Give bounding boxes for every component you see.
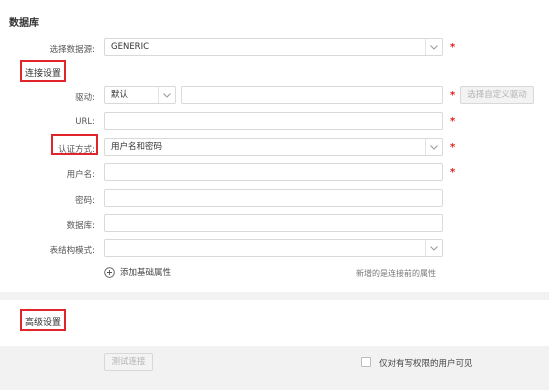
required-marker: * <box>450 142 456 153</box>
custom-driver-button[interactable]: 选择自定义驱动 <box>460 86 534 104</box>
required-marker: * <box>450 90 456 101</box>
driver-type-value: 默认 <box>111 90 129 100</box>
required-marker: * <box>450 167 456 178</box>
write-only-checkbox[interactable] <box>361 357 371 367</box>
username-input[interactable] <box>104 163 443 181</box>
write-only-label: 仅对有写权限的用户可见 <box>379 359 473 369</box>
auth-label: 认证方式: <box>58 145 95 155</box>
password-label: 密码: <box>75 196 95 206</box>
datasource-label: 选择数据源: <box>49 45 95 55</box>
datasource-select[interactable]: GENERIC <box>104 38 443 56</box>
property-note: 新增的是连接前的属性 <box>356 269 436 278</box>
required-marker: * <box>450 116 456 127</box>
auth-select[interactable]: 用户名和密码 <box>104 138 443 156</box>
datasource-value: GENERIC <box>111 42 150 52</box>
chevron-down-icon <box>158 87 175 103</box>
advanced-section-title[interactable]: 高级设置 <box>25 315 61 328</box>
url-input[interactable] <box>104 112 443 130</box>
chevron-down-icon <box>425 139 442 155</box>
add-property-label: 添加基础属性 <box>120 268 172 278</box>
database-input[interactable] <box>104 214 443 232</box>
advanced-settings-panel: 高级设置 <box>0 300 549 346</box>
auth-value: 用户名和密码 <box>111 142 163 152</box>
database-settings-panel: 数据库 选择数据源: GENERIC * 连接设置 驱动: 默认 * 选择自定义… <box>0 0 549 292</box>
connection-section-title: 连接设置 <box>25 69 62 79</box>
password-input[interactable] <box>104 189 443 207</box>
schema-select[interactable] <box>104 239 443 257</box>
driver-type-select[interactable]: 默认 <box>104 86 176 104</box>
database-label: 数据库: <box>66 221 95 231</box>
username-label: 用户名: <box>66 170 95 180</box>
url-label: URL: <box>75 117 95 127</box>
page-title: 数据库 <box>9 18 39 29</box>
driver-label: 驱动: <box>75 93 95 103</box>
test-connection-button[interactable]: 测试连接 <box>104 353 153 371</box>
chevron-down-icon <box>425 39 442 55</box>
schema-label: 表结构模式: <box>49 246 95 256</box>
driver-path-input[interactable] <box>181 86 443 104</box>
plus-circle-icon <box>104 266 115 278</box>
add-property-button[interactable]: 添加基础属性 <box>104 266 171 278</box>
chevron-down-icon <box>425 240 442 256</box>
required-marker: * <box>450 42 456 53</box>
